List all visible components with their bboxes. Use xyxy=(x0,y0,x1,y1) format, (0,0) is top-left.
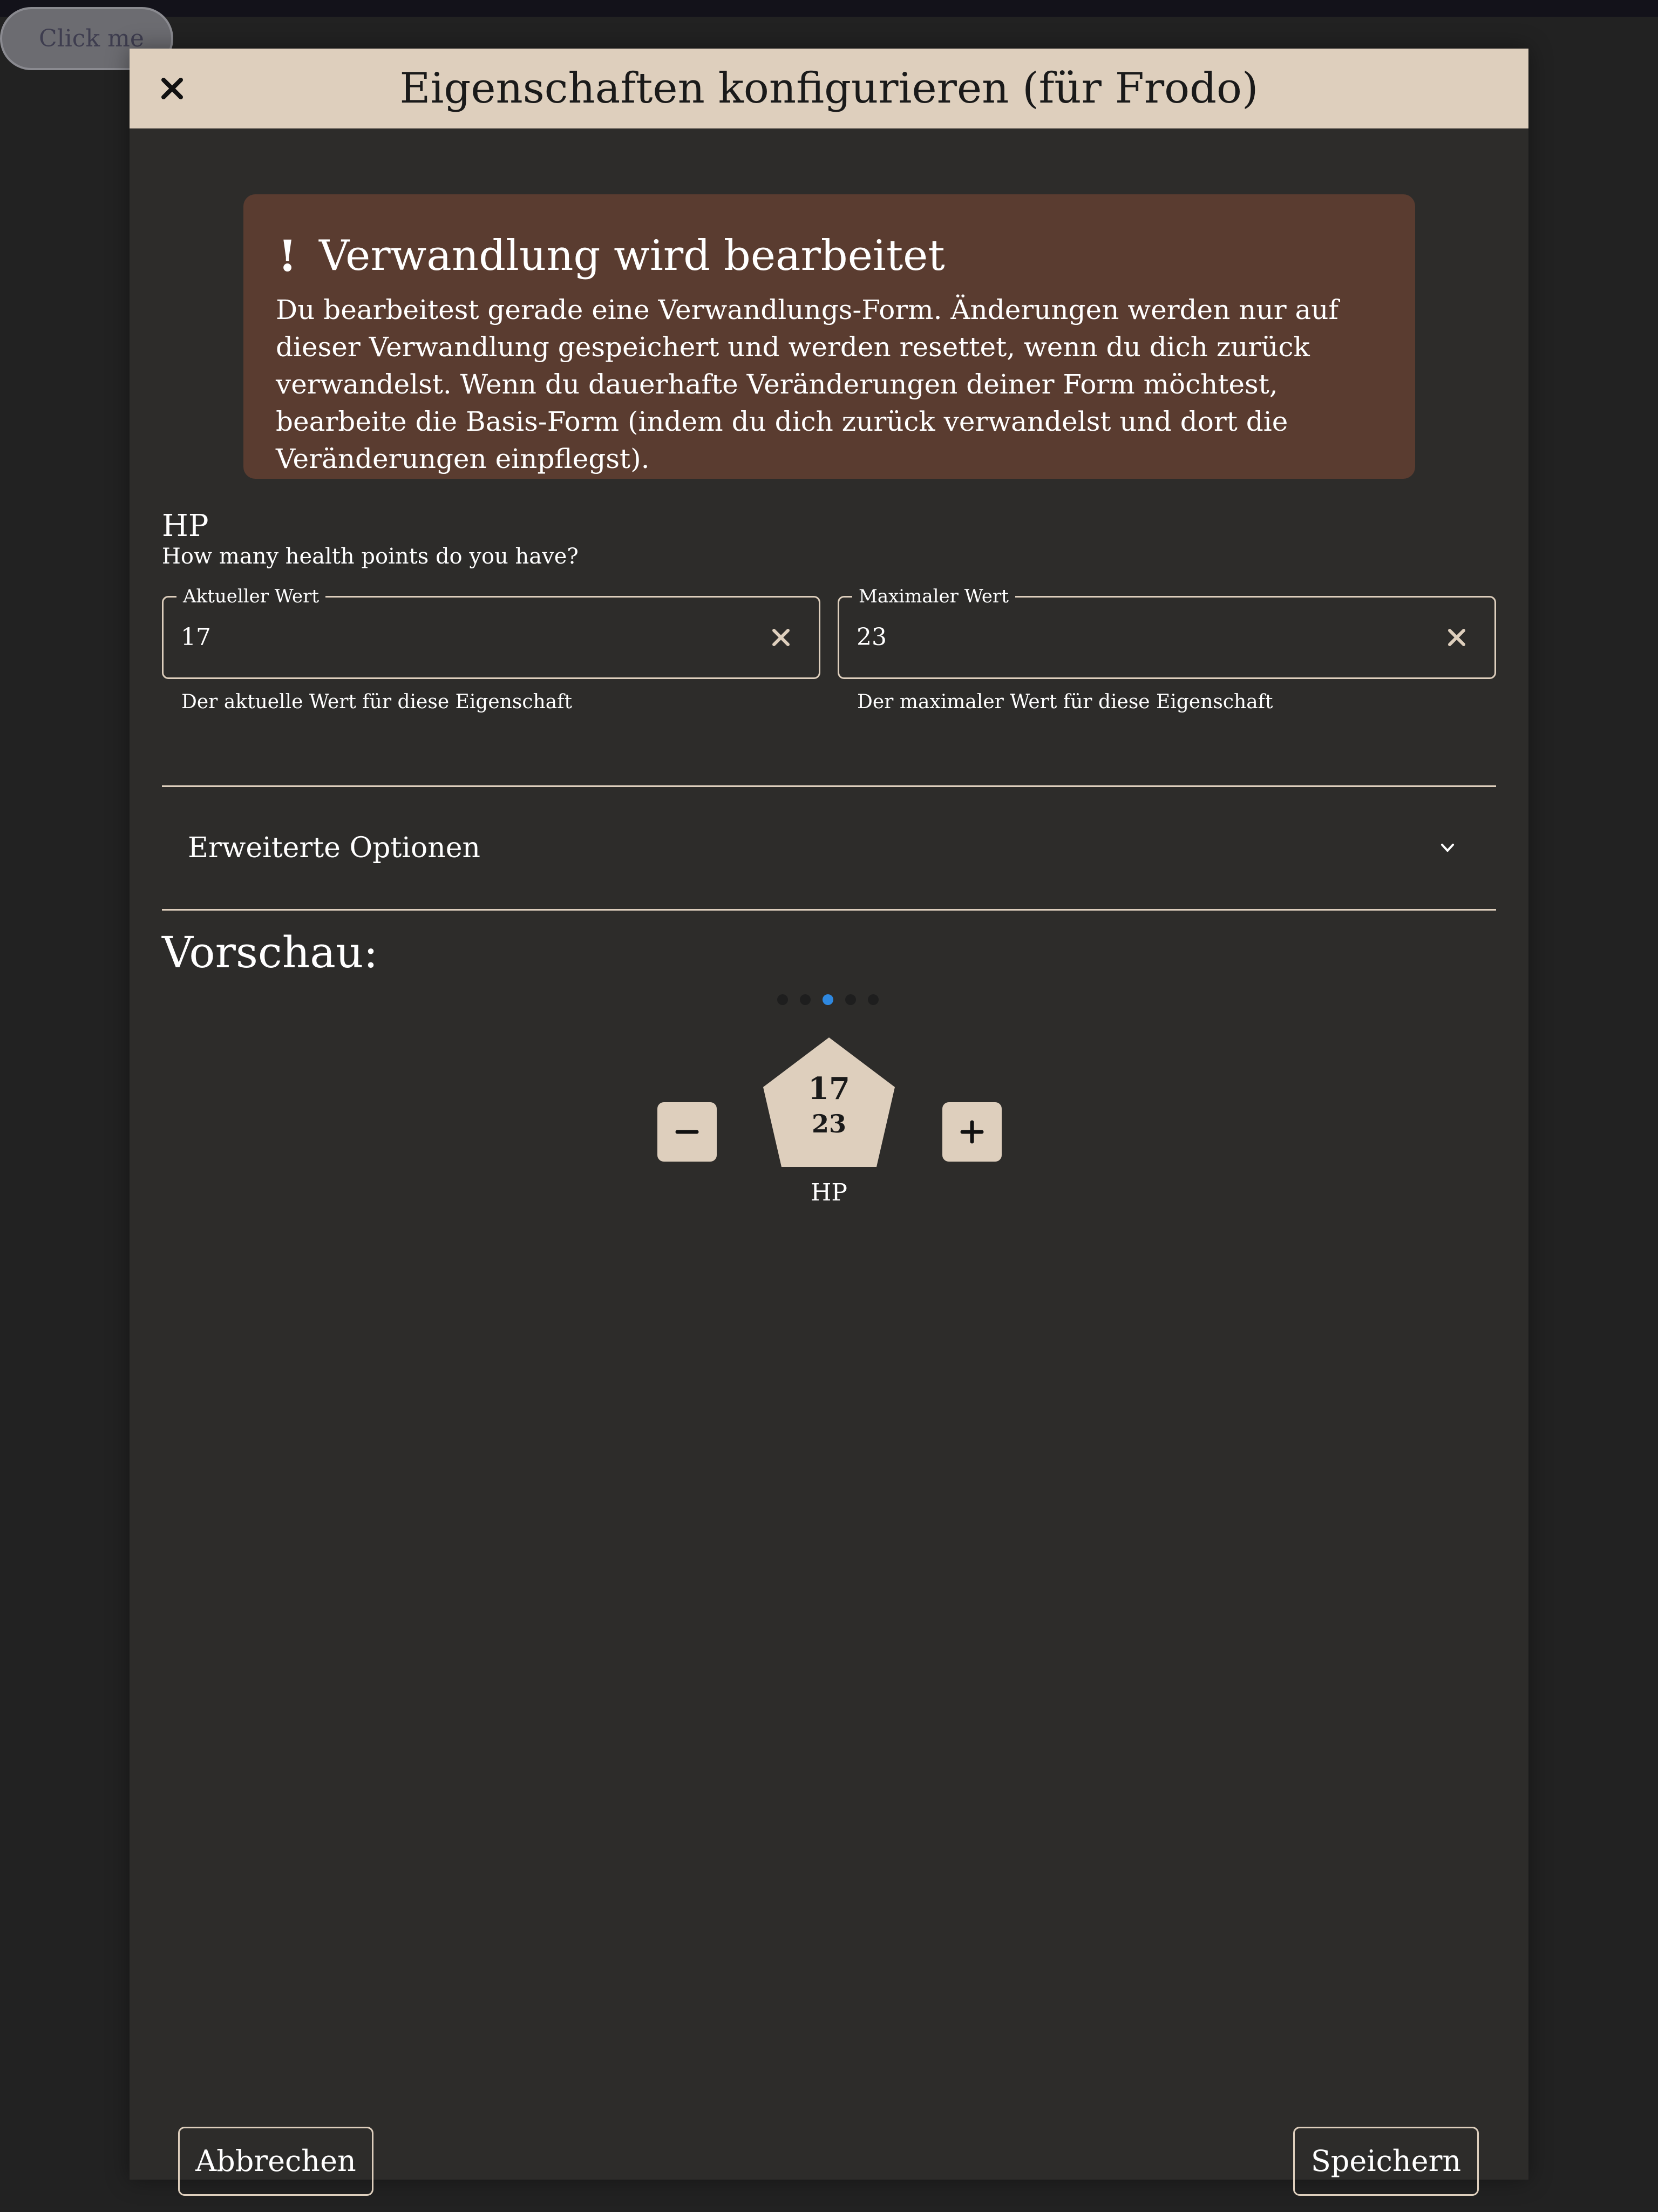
minus-icon xyxy=(675,1130,699,1134)
carousel-dots xyxy=(777,994,879,1007)
preview-max-value: 23 xyxy=(811,1109,846,1138)
close-icon[interactable] xyxy=(154,70,191,107)
top-bar xyxy=(0,0,1658,17)
divider xyxy=(162,909,1496,911)
carousel-dot[interactable] xyxy=(777,994,788,1005)
save-button[interactable]: Speichern xyxy=(1293,2127,1479,2196)
chevron-down-icon xyxy=(1437,837,1458,859)
carousel-dot[interactable] xyxy=(800,994,811,1005)
plus-icon xyxy=(960,1120,984,1144)
preview-stat-label: HP xyxy=(811,1179,847,1206)
current-value-field[interactable]: Aktueller Wert 17 xyxy=(162,583,820,679)
clear-current-icon[interactable] xyxy=(765,621,797,654)
exclamation-icon: ! xyxy=(278,230,297,281)
decrement-button[interactable] xyxy=(657,1102,717,1162)
cancel-button[interactable]: Abbrechen xyxy=(178,2127,373,2196)
field-description: How many health points do you have? xyxy=(162,544,579,569)
max-value-input[interactable]: 23 xyxy=(857,598,1342,677)
clear-max-icon[interactable] xyxy=(1440,621,1473,654)
dialog: Eigenschaften konfigurieren (für Frodo) … xyxy=(130,49,1528,2196)
advanced-options-label: Erweiterte Optionen xyxy=(188,832,480,864)
carousel-dot[interactable] xyxy=(845,994,856,1005)
current-value-input[interactable]: 17 xyxy=(181,598,667,677)
carousel-dot[interactable] xyxy=(868,994,879,1005)
max-value-field[interactable]: Maximaler Wert 23 xyxy=(838,583,1496,679)
warning-banner: ! Verwandlung wird bearbeitet Du bearbei… xyxy=(243,194,1415,479)
preview-current-value: 17 xyxy=(808,1071,850,1107)
advanced-options-toggle[interactable]: Erweiterte Optionen xyxy=(162,787,1496,909)
warning-title: Verwandlung wird bearbeitet xyxy=(319,232,945,280)
current-value-helper: Der aktuelle Wert für diese Eigenschaft xyxy=(181,691,572,713)
carousel-dot-active[interactable] xyxy=(823,994,833,1005)
increment-button[interactable] xyxy=(942,1102,1002,1162)
field-title: HP xyxy=(162,508,209,544)
dialog-header xyxy=(130,49,1528,128)
warning-text: Du bearbeitest gerade eine Verwandlungs-… xyxy=(276,294,1339,474)
stat-pentagon: 17 23 xyxy=(763,1037,895,1167)
preview-title: Vorschau: xyxy=(162,927,378,978)
max-value-helper: Der maximaler Wert für diese Eigenschaft xyxy=(857,691,1273,713)
